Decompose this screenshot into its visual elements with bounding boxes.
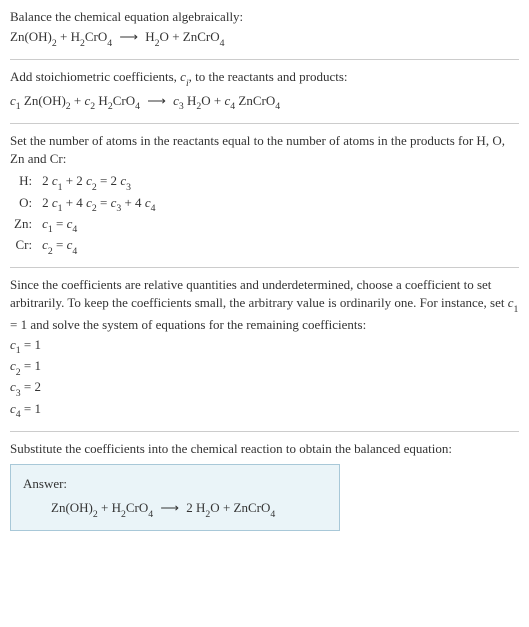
problem-heading: Balance the chemical equation algebraica… bbox=[10, 8, 519, 26]
atom-row-o: O: 2 c1 + 4 c2 = c3 + 4 c4 bbox=[10, 194, 159, 215]
product-1: H2O bbox=[196, 500, 220, 515]
section-solve: Since the coefficients are relative quan… bbox=[10, 276, 519, 421]
coeff-line: c3 = 2 bbox=[10, 378, 519, 399]
product-2: ZnCrO4 bbox=[183, 29, 225, 44]
arrow-icon: ⟶ bbox=[143, 93, 170, 108]
atom-row-cr: Cr: c2 = c4 bbox=[10, 236, 159, 257]
atom-row-h: H: 2 c1 + 2 c2 = 2 c3 bbox=[10, 172, 159, 193]
problem-equation: Zn(OH)2 + H2CrO4 ⟶ H2O + ZnCrO4 bbox=[10, 28, 519, 49]
answer-equation: Zn(OH)2 + H2CrO4 ⟶ 2 H2O + ZnCrO4 bbox=[23, 499, 327, 520]
arrow-icon: ⟶ bbox=[115, 29, 142, 44]
coeff-line: c1 = 1 bbox=[10, 336, 519, 357]
section-coefficients: Add stoichiometric coefficients, ci, to … bbox=[10, 68, 519, 112]
coefficient-values: c1 = 1 c2 = 1 c3 = 2 c4 = 1 bbox=[10, 336, 519, 421]
plus-text: + bbox=[98, 500, 112, 515]
element-equation: c2 = c4 bbox=[38, 236, 159, 257]
plus-text: + bbox=[169, 29, 183, 44]
plus-text: + bbox=[220, 500, 234, 515]
coefficients-heading: Add stoichiometric coefficients, ci, to … bbox=[10, 68, 519, 89]
element-label: Cr: bbox=[10, 236, 38, 257]
element-label: O: bbox=[10, 194, 38, 215]
reactant-2: H2CrO4 bbox=[71, 29, 113, 44]
divider bbox=[10, 123, 519, 124]
answer-box: Answer: Zn(OH)2 + H2CrO4 ⟶ 2 H2O + ZnCrO… bbox=[10, 464, 340, 531]
product-1: H2O bbox=[145, 29, 169, 44]
element-label: H: bbox=[10, 172, 38, 193]
product-2: ZnCrO4 bbox=[234, 500, 276, 515]
divider bbox=[10, 59, 519, 60]
section-answer: Substitute the coefficients into the che… bbox=[10, 440, 519, 532]
answer-heading: Substitute the coefficients into the che… bbox=[10, 440, 519, 458]
reactant-1: Zn(OH)2 bbox=[10, 29, 57, 44]
element-equation: 2 c1 + 4 c2 = c3 + 4 c4 bbox=[38, 194, 159, 215]
coeff-line: c4 = 1 bbox=[10, 400, 519, 421]
divider bbox=[10, 431, 519, 432]
arrow-icon: ⟶ bbox=[156, 500, 183, 515]
coeff-line: c2 = 1 bbox=[10, 357, 519, 378]
solve-text: Since the coefficients are relative quan… bbox=[10, 276, 519, 334]
atom-row-zn: Zn: c1 = c4 bbox=[10, 215, 159, 236]
section-atom-balance: Set the number of atoms in the reactants… bbox=[10, 132, 519, 257]
element-label: Zn: bbox=[10, 215, 38, 236]
answer-label: Answer: bbox=[23, 475, 327, 493]
element-equation: c1 = c4 bbox=[38, 215, 159, 236]
section-problem: Balance the chemical equation algebraica… bbox=[10, 8, 519, 49]
atom-balance-table: H: 2 c1 + 2 c2 = 2 c3 O: 2 c1 + 4 c2 = c… bbox=[10, 172, 159, 257]
reactant-1: Zn(OH)2 bbox=[51, 500, 98, 515]
divider bbox=[10, 267, 519, 268]
coefficient-equation: c1 Zn(OH)2 + c2 H2CrO4 ⟶ c3 H2O + c4 ZnC… bbox=[10, 92, 519, 113]
reactant-2: H2CrO4 bbox=[112, 500, 154, 515]
element-equation: 2 c1 + 2 c2 = 2 c3 bbox=[38, 172, 159, 193]
plus-text: + bbox=[57, 29, 71, 44]
atom-balance-heading: Set the number of atoms in the reactants… bbox=[10, 132, 519, 168]
